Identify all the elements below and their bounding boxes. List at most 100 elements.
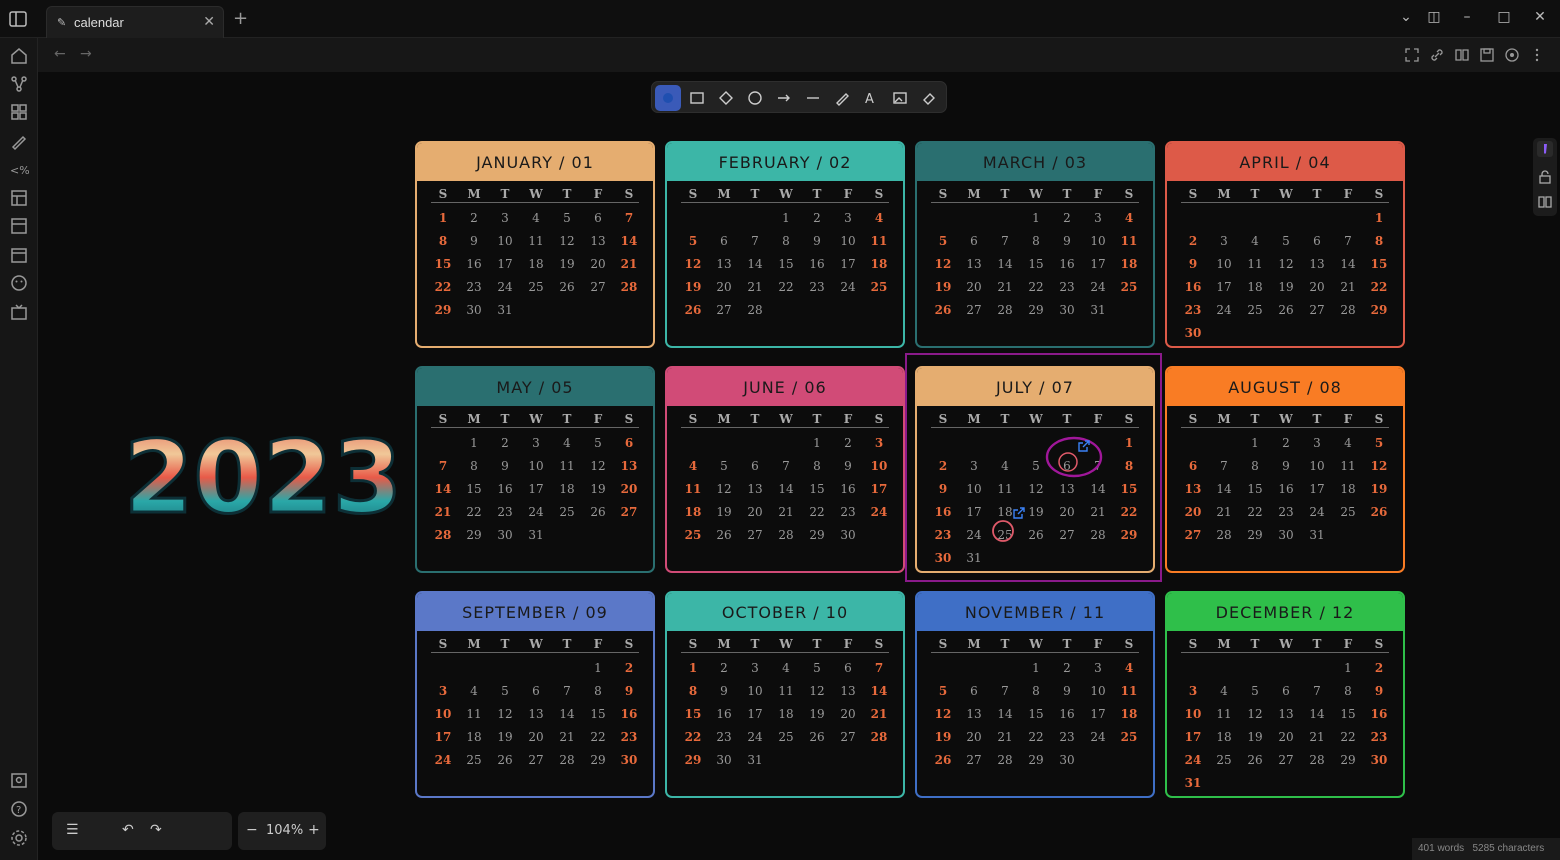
day-cell[interactable]: 3 — [524, 436, 548, 450]
day-cell[interactable]: 23 — [1274, 505, 1298, 519]
day-cell[interactable]: 15 — [1024, 707, 1048, 721]
day-cell[interactable]: 9 — [1367, 684, 1391, 698]
day-cell[interactable]: 12 — [931, 257, 955, 271]
day-cell[interactable]: 23 — [1055, 730, 1079, 744]
day-cell[interactable]: 26 — [1243, 753, 1267, 767]
day-cell[interactable]: 22 — [681, 730, 705, 744]
day-cell[interactable]: 2 — [1055, 661, 1079, 675]
day-cell[interactable]: 24 — [836, 280, 860, 294]
day-cell[interactable]: 14 — [617, 234, 641, 248]
day-cell[interactable]: 30 — [836, 528, 860, 542]
day-cell[interactable]: 24 — [1212, 303, 1236, 317]
image-tool[interactable] — [887, 85, 913, 111]
day-cell[interactable]: 23 — [836, 505, 860, 519]
month-card[interactable]: APRIL / 04 S M T W T F S 1 2 3 4 5 6 7 8 9 10 11 12 13 14 15 16… — [1165, 141, 1405, 348]
day-cell[interactable]: 17 — [431, 730, 455, 744]
day-cell[interactable]: 10 — [1212, 257, 1236, 271]
day-cell[interactable]: 3 — [1086, 211, 1110, 225]
day-cell[interactable]: 23 — [617, 730, 641, 744]
month-card[interactable]: MARCH / 03 S M T W T F S 1 2 3 4 5 6 7 8 9 10 11 12 13 14 15 16… — [915, 141, 1155, 348]
day-cell[interactable]: 7 — [431, 459, 455, 473]
day-cell[interactable]: 7 — [993, 234, 1017, 248]
palette-icon[interactable] — [1504, 47, 1520, 63]
day-cell[interactable]: 9 — [617, 684, 641, 698]
forward-arrow-icon[interactable]: → — [80, 46, 92, 62]
day-cell[interactable]: 22 — [1367, 280, 1391, 294]
day-cell[interactable]: 31 — [524, 528, 548, 542]
day-cell[interactable]: 27 — [1305, 303, 1329, 317]
day-cell[interactable]: 17 — [743, 707, 767, 721]
external-link-icon[interactable] — [1012, 506, 1026, 520]
day-cell[interactable]: 6 — [617, 436, 641, 450]
day-cell[interactable]: 6 — [1274, 684, 1298, 698]
month-card[interactable]: JUNE / 06 S M T W T F S 1 2 3 4 5 6 7 8 9 10 11 12 13 14 15 16 1… — [665, 366, 905, 573]
day-cell[interactable]: 27 — [586, 280, 610, 294]
day-cell[interactable]: 7 — [743, 234, 767, 248]
day-cell[interactable]: 1 — [1024, 211, 1048, 225]
day-cell[interactable]: 6 — [962, 234, 986, 248]
line-tool[interactable] — [800, 85, 826, 111]
day-cell[interactable]: 26 — [681, 303, 705, 317]
day-cell[interactable]: 4 — [1336, 436, 1360, 450]
day-cell[interactable]: 15 — [1243, 482, 1267, 496]
day-cell[interactable]: 8 — [681, 684, 705, 698]
day-cell[interactable]: 30 — [493, 528, 517, 542]
day-cell[interactable]: 4 — [462, 684, 486, 698]
day-cell[interactable]: 6 — [1305, 234, 1329, 248]
day-cell[interactable]: 9 — [1274, 459, 1298, 473]
day-cell[interactable]: 9 — [462, 234, 486, 248]
day-cell[interactable]: 16 — [1181, 280, 1205, 294]
day-cell[interactable]: 7 — [1336, 234, 1360, 248]
month-card[interactable]: SEPTEMBER / 09 S M T W T F S 1 2 3 4 5 6 7 8 9 10 11 12 13 14… — [415, 591, 655, 798]
day-cell[interactable]: 20 — [962, 730, 986, 744]
day-cell[interactable]: 18 — [774, 707, 798, 721]
day-cell[interactable]: 8 — [462, 459, 486, 473]
menu-icon[interactable]: ☰ — [66, 822, 79, 838]
day-cell[interactable]: 5 — [586, 436, 610, 450]
day-cell[interactable]: 5 — [712, 459, 736, 473]
day-cell[interactable]: 7 — [1212, 459, 1236, 473]
day-cell[interactable]: 27 — [836, 730, 860, 744]
day-cell[interactable]: 28 — [1212, 528, 1236, 542]
day-cell[interactable]: 12 — [931, 707, 955, 721]
day-cell[interactable]: 25 — [1243, 303, 1267, 317]
close-window-icon[interactable]: ✕ — [1530, 9, 1550, 25]
day-cell[interactable]: 6 — [836, 661, 860, 675]
day-cell[interactable]: 13 — [1274, 707, 1298, 721]
day-cell[interactable]: 12 — [1274, 257, 1298, 271]
day-cell[interactable]: 24 — [1086, 730, 1110, 744]
day-cell[interactable]: 21 — [1212, 505, 1236, 519]
month-card[interactable]: MAY / 05 S M T W T F S 1 2 3 4 5 6 7 8 9 10 11 12 13 14 15 16 17… — [415, 366, 655, 573]
day-cell[interactable]: 22 — [1336, 730, 1360, 744]
day-cell[interactable]: 15 — [681, 707, 705, 721]
close-tab-icon[interactable]: ✕ — [203, 14, 215, 30]
day-cell[interactable]: 24 — [431, 753, 455, 767]
day-cell[interactable]: 18 — [1243, 280, 1267, 294]
day-cell[interactable]: 25 — [867, 280, 891, 294]
book-icon[interactable] — [1454, 47, 1470, 63]
day-cell[interactable]: 30 — [617, 753, 641, 767]
day-cell[interactable]: 7 — [555, 684, 579, 698]
day-cell[interactable]: 23 — [805, 280, 829, 294]
day-cell[interactable]: 28 — [555, 753, 579, 767]
library-icon[interactable] — [1537, 194, 1553, 210]
day-cell[interactable]: 23 — [1367, 730, 1391, 744]
day-cell[interactable]: 12 — [586, 459, 610, 473]
day-cell[interactable]: 24 — [867, 505, 891, 519]
day-cell[interactable]: 30 — [1367, 753, 1391, 767]
day-cell[interactable]: 29 — [586, 753, 610, 767]
day-cell[interactable]: 28 — [1336, 303, 1360, 317]
day-cell[interactable]: 29 — [681, 753, 705, 767]
day-cell[interactable]: 5 — [931, 684, 955, 698]
day-cell[interactable]: 10 — [431, 707, 455, 721]
day-cell[interactable]: 7 — [617, 211, 641, 225]
day-cell[interactable]: 18 — [1336, 482, 1360, 496]
zoom-level[interactable]: 104% — [266, 823, 303, 838]
tab-calendar[interactable]: ✎ calendar ✕ — [46, 6, 224, 38]
day-cell[interactable]: 27 — [712, 303, 736, 317]
month-card[interactable]: OCTOBER / 10 S M T W T F S 1 2 3 4 5 6 7 8 9 10 11 12 13 14 15… — [665, 591, 905, 798]
day-cell[interactable]: 29 — [805, 528, 829, 542]
minimize-icon[interactable]: – — [1457, 9, 1477, 25]
day-cell[interactable]: 17 — [493, 257, 517, 271]
ellipse-tool[interactable] — [742, 85, 768, 111]
